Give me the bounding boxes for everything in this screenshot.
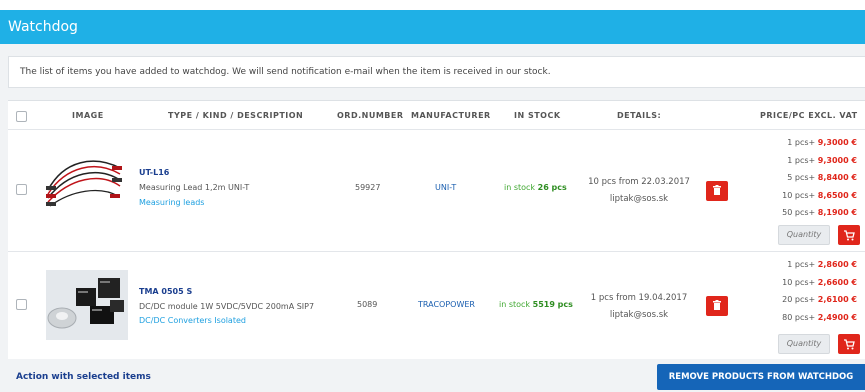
price-tier: 1 pcs+ 2,8600 € xyxy=(787,260,857,269)
product-name-link[interactable]: TMA 0505 S xyxy=(139,287,192,296)
price-tier: 10 pcs+ 2,6600 € xyxy=(782,277,857,287)
manufacturer-link[interactable]: UNI-T xyxy=(435,183,456,192)
ord-number: 59927 xyxy=(355,183,381,192)
delete-button[interactable] xyxy=(706,296,728,316)
table-row: TMA 0505 S DC/DC module 1W 5VDC/5VDC 200… xyxy=(8,251,865,360)
quantity-input[interactable]: Quantity xyxy=(778,334,830,354)
ord-number: 5089 xyxy=(357,300,378,309)
product-description: DC/DC module 1W 5VDC/5VDC 200mA SIP7 xyxy=(139,302,315,311)
stock-qty: 5519 pcs xyxy=(532,300,573,309)
info-message: The list of items you have added to watc… xyxy=(8,56,865,88)
top-strip xyxy=(0,0,865,10)
detail-date: 10 pcs from 22.03.2017 xyxy=(588,177,690,187)
col-image: IMAGE xyxy=(72,111,104,120)
col-details: DETAILS: xyxy=(617,111,662,120)
price-tier: 1 pcs+ 9,3000 € xyxy=(787,155,857,165)
stock-status: in stock 5519 pcs xyxy=(499,300,573,309)
product-description: Measuring Lead 1,2m UNI-T xyxy=(139,183,250,192)
stock-qty: 26 pcs xyxy=(537,183,567,192)
product-name-link[interactable]: UT-L16 xyxy=(139,168,169,177)
remove-from-watchdog-button[interactable]: REMOVE PRODUCTS FROM WATCHDOG xyxy=(657,364,865,390)
add-to-cart-button[interactable] xyxy=(838,334,860,354)
col-manufacturer: MANUFACTURER xyxy=(411,111,491,120)
price-tier: 5 pcs+ 8,8400 € xyxy=(787,173,857,182)
price-tier: 20 pcs+ 2,6100 € xyxy=(782,295,857,304)
price-list: 1 pcs+ 2,8600 € 10 pcs+ 2,6600 € 20 pcs+… xyxy=(782,256,857,326)
trash-icon xyxy=(713,300,721,310)
price-tier: 10 pcs+ 8,6500 € xyxy=(782,190,857,200)
stock-status: in stock 26 pcs xyxy=(504,183,567,192)
table-header: IMAGE TYPE / KIND / DESCRIPTION ORD.NUMB… xyxy=(8,101,865,129)
price-tier: 50 pcs+ 8,1900 € xyxy=(782,208,857,217)
table-row: UT-L16 Measuring Lead 1,2m UNI-T Measuri… xyxy=(8,129,865,252)
col-ord-number: ORD.NUMBER xyxy=(337,111,404,120)
detail-info: 1 pcs from 19.04.2017 liptak@sos.sk xyxy=(584,290,694,324)
add-to-cart-button[interactable] xyxy=(838,225,860,245)
stock-label: in stock xyxy=(499,300,531,309)
selected-items-action-label: Action with selected items xyxy=(16,372,151,382)
product-image-measuring-lead[interactable] xyxy=(44,150,124,220)
trash-icon xyxy=(713,185,721,195)
row-checkbox[interactable] xyxy=(16,184,27,195)
product-category-link[interactable]: DC/DC Converters Isolated xyxy=(139,316,246,325)
select-all-checkbox[interactable] xyxy=(16,111,27,122)
price-list: 1 pcs+ 9,3000 € 1 pcs+ 9,3000 € 5 pcs+ 8… xyxy=(782,134,857,222)
page-title: Watchdog xyxy=(0,10,865,44)
product-image-dcdc-module[interactable] xyxy=(46,270,128,340)
detail-date: 1 pcs from 19.04.2017 xyxy=(590,293,688,303)
col-type: TYPE / KIND / DESCRIPTION xyxy=(168,111,304,120)
detail-email: liptak@sos.sk xyxy=(609,194,669,204)
cart-icon xyxy=(844,230,855,241)
col-price: PRICE/PC EXCL. VAT xyxy=(760,111,858,120)
quantity-input[interactable]: Quantity xyxy=(778,225,830,245)
col-in-stock: IN STOCK xyxy=(514,111,561,120)
row-checkbox[interactable] xyxy=(16,299,27,310)
price-tier: 1 pcs+ 9,3000 € xyxy=(787,138,857,147)
cart-icon xyxy=(844,339,855,350)
detail-info: 10 pcs from 22.03.2017 liptak@sos.sk xyxy=(584,174,694,208)
detail-email: liptak@sos.sk xyxy=(609,310,669,320)
manufacturer-link[interactable]: TRACOPOWER xyxy=(418,300,475,309)
delete-button[interactable] xyxy=(706,181,728,201)
price-tier: 80 pcs+ 2,4900 € xyxy=(782,312,857,322)
watchdog-table: IMAGE TYPE / KIND / DESCRIPTION ORD.NUMB… xyxy=(8,100,865,359)
product-category-link[interactable]: Measuring leads xyxy=(139,198,204,207)
stock-label: in stock xyxy=(504,183,536,192)
